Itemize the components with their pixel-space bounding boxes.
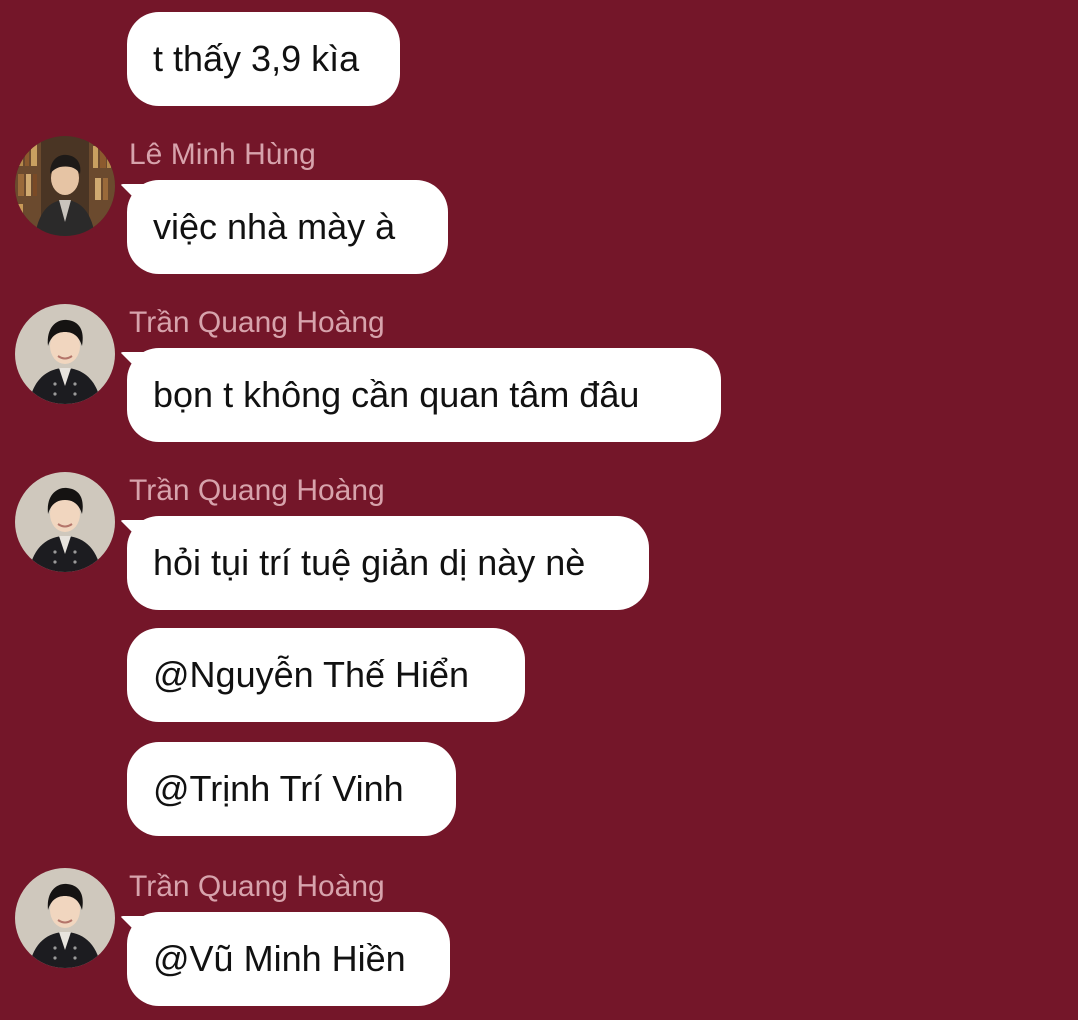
avatar-image xyxy=(15,136,115,236)
avatar-image xyxy=(15,304,115,404)
avatar-le-minh-hung[interactable] xyxy=(15,136,115,236)
message-bubble[interactable]: @Vũ Minh Hiền xyxy=(127,912,450,1006)
message-bubble[interactable]: t thấy 3,9 kìa xyxy=(127,12,400,106)
avatar-tran-quang-hoang[interactable] xyxy=(15,868,115,968)
avatar-image xyxy=(15,472,115,572)
message-mention[interactable]: @Vũ Minh Hiền xyxy=(153,938,406,980)
avatar-tran-quang-hoang[interactable] xyxy=(15,304,115,404)
message-mention[interactable]: @Trịnh Trí Vinh xyxy=(153,768,404,810)
message-bubble[interactable]: bọn t không cần quan tâm đâu xyxy=(127,348,721,442)
message-bubble[interactable]: @Nguyễn Thế Hiển xyxy=(127,628,525,722)
sender-name: Lê Minh Hùng xyxy=(129,138,316,171)
message-bubble[interactable]: hỏi tụi trí tuệ giản dị này nè xyxy=(127,516,649,610)
message-text: việc nhà mày à xyxy=(153,206,396,247)
avatar-image xyxy=(15,868,115,968)
sender-name: Trần Quang Hoàng xyxy=(129,870,385,903)
sender-name: Trần Quang Hoàng xyxy=(129,474,385,507)
chat-thread: t thấy 3,9 kìa Lê Minh Hùng việc nhà mày… xyxy=(0,0,1078,1020)
sender-name: Trần Quang Hoàng xyxy=(129,306,385,339)
message-bubble[interactable]: việc nhà mày à xyxy=(127,180,448,274)
avatar-tran-quang-hoang[interactable] xyxy=(15,472,115,572)
message-mention[interactable]: @Nguyễn Thế Hiển xyxy=(153,654,469,696)
message-bubble[interactable]: @Trịnh Trí Vinh xyxy=(127,742,456,836)
message-text: bọn t không cần quan tâm đâu xyxy=(153,374,640,415)
message-text: t thấy 3,9 kìa xyxy=(153,38,360,79)
message-text: hỏi tụi trí tuệ giản dị này nè xyxy=(153,542,586,583)
